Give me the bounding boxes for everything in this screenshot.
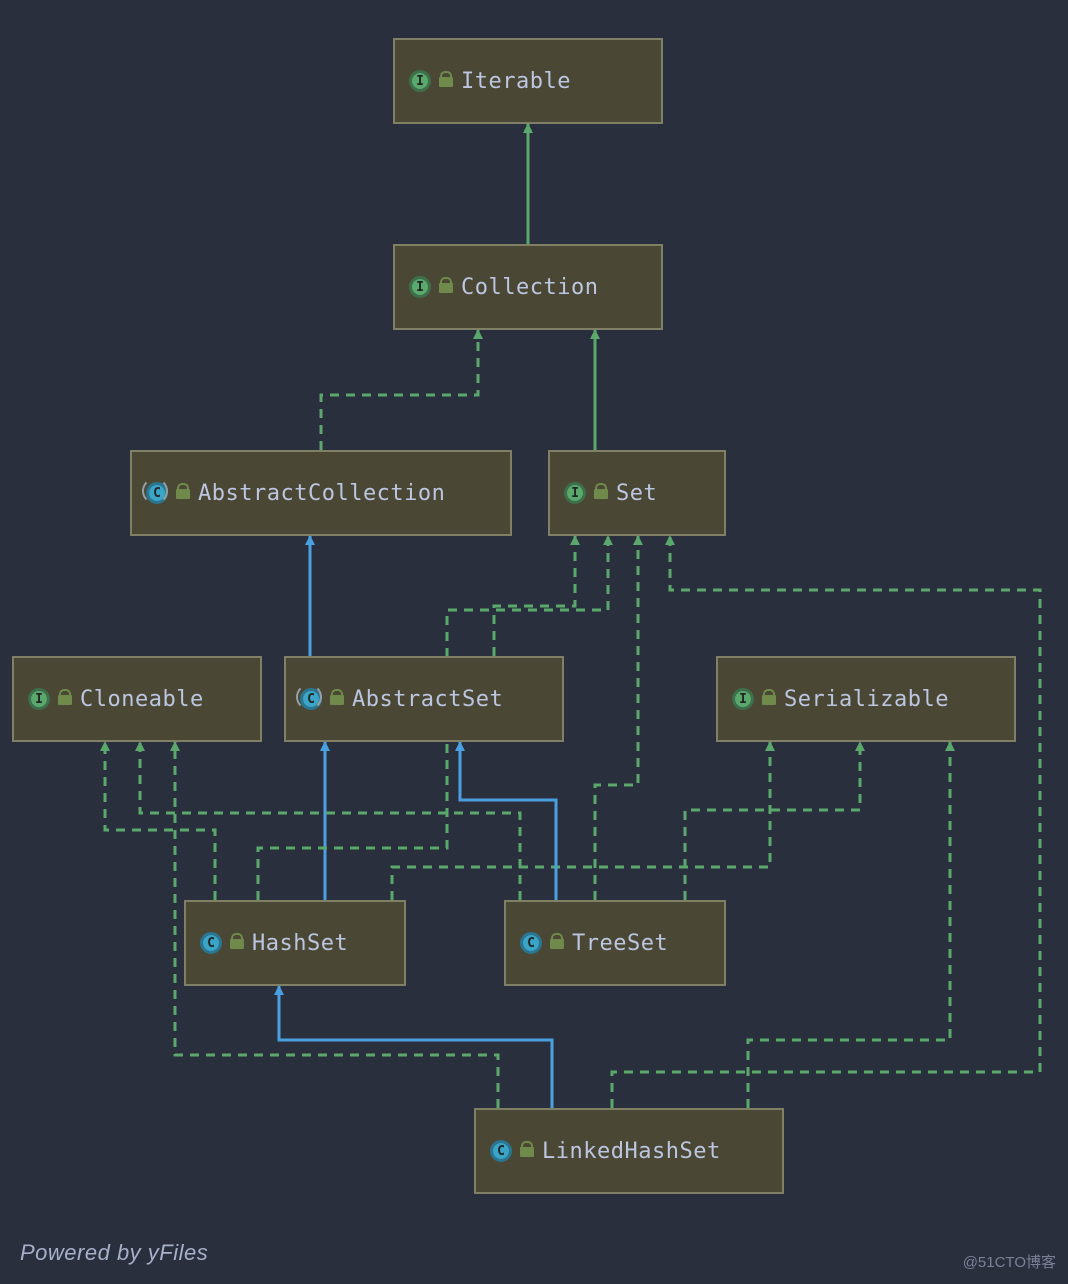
node-label: Collection — [461, 275, 598, 300]
edge-treeSet-to-serializable — [685, 742, 860, 900]
powered-by-label: Powered by yFiles — [20, 1240, 208, 1266]
lock-icon — [439, 75, 453, 87]
node-serializable[interactable]: I Serializable — [716, 656, 1016, 742]
abstract-ring-icon — [142, 478, 168, 504]
node-label: AbstractSet — [352, 687, 503, 712]
edge-treeSet-to-cloneable — [140, 742, 520, 900]
class-badge-icon: C — [490, 1140, 512, 1162]
node-label: AbstractCollection — [198, 481, 445, 506]
edge-abstractCollection-to-collection — [321, 330, 478, 450]
lock-icon — [520, 1145, 534, 1157]
edge-treeSet-to-set — [595, 536, 638, 900]
edge-abstractSet-to-set — [494, 536, 575, 656]
edge-hashSet-to-cloneable — [105, 742, 215, 900]
lock-icon — [439, 281, 453, 293]
lock-icon — [594, 487, 608, 499]
lock-icon — [550, 937, 564, 949]
node-label: Cloneable — [80, 687, 204, 712]
lock-icon — [58, 693, 72, 705]
lock-icon — [762, 693, 776, 705]
interface-badge-icon: I — [409, 70, 431, 92]
abstract-ring-icon — [296, 684, 322, 710]
node-set[interactable]: I Set — [548, 450, 726, 536]
edge-treeSet-to-abstractSet — [460, 742, 556, 900]
node-label: HashSet — [252, 931, 348, 956]
node-treeSet[interactable]: C TreeSet — [504, 900, 726, 986]
class-badge-icon: C — [520, 932, 542, 954]
edge-hashSet-to-serializable — [392, 742, 770, 900]
node-label: Set — [616, 481, 657, 506]
lock-icon — [330, 693, 344, 705]
watermark-label: @51CTO博客 — [963, 1251, 1056, 1272]
interface-badge-icon: I — [732, 688, 754, 710]
edge-linkedHashSet-to-set — [612, 536, 1040, 1108]
lock-icon — [230, 937, 244, 949]
node-hashSet[interactable]: C HashSet — [184, 900, 406, 986]
edge-linkedHashSet-to-hashSet — [279, 986, 552, 1108]
interface-badge-icon: I — [409, 276, 431, 298]
diagram-canvas: IIterableICollectionCAbstractCollectionI… — [0, 0, 1068, 1284]
node-abstractCollection[interactable]: CAbstractCollection — [130, 450, 512, 536]
node-linkedHashSet[interactable]: C LinkedHashSet — [474, 1108, 784, 1194]
node-label: Iterable — [461, 69, 571, 94]
edges-layer — [0, 0, 1068, 1284]
node-label: TreeSet — [572, 931, 668, 956]
class-badge-icon: C — [200, 932, 222, 954]
interface-badge-icon: I — [564, 482, 586, 504]
node-label: LinkedHashSet — [542, 1139, 721, 1164]
edge-linkedHashSet-to-serializable — [748, 742, 950, 1108]
node-cloneable[interactable]: I Cloneable — [12, 656, 262, 742]
node-iterable[interactable]: I Iterable — [393, 38, 663, 124]
interface-badge-icon: I — [28, 688, 50, 710]
node-collection[interactable]: I Collection — [393, 244, 663, 330]
node-label: Serializable — [784, 687, 949, 712]
lock-icon — [176, 487, 190, 499]
node-abstractSet[interactable]: CAbstractSet — [284, 656, 564, 742]
